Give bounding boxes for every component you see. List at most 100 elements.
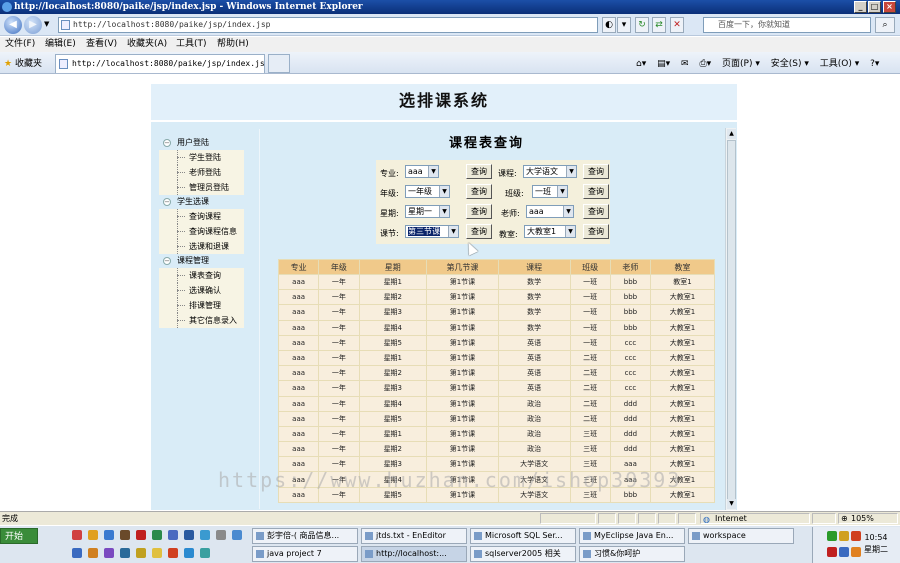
sidebar-item[interactable]: 课表查询	[159, 268, 244, 283]
sidebar-item[interactable]: 其它信息录入	[159, 313, 244, 328]
quicklaunch-icon[interactable]	[72, 548, 82, 558]
sidebar-item[interactable]: 学生登陆	[159, 150, 244, 165]
switch-icon[interactable]: ⇄	[652, 17, 666, 33]
zoom-cell[interactable]: ⊕ 105%	[838, 513, 898, 524]
query-course-button[interactable]: 查询	[583, 164, 609, 179]
tray-icon[interactable]	[839, 547, 849, 557]
quicklaunch-icon[interactable]	[120, 548, 130, 558]
menu-tools[interactable]: 工具(T)	[176, 37, 207, 52]
back-button[interactable]: ◀	[4, 16, 22, 34]
quicklaunch-icon[interactable]	[184, 548, 194, 558]
major-select[interactable]: aaa ▼	[405, 165, 439, 178]
taskbar-button[interactable]: workspace	[688, 528, 794, 544]
quicklaunch-icon[interactable]	[216, 530, 226, 540]
search-icon[interactable]: ⌕	[875, 17, 895, 33]
url-input[interactable]: http://localhost:8080/paike/jsp/index.js…	[58, 17, 598, 33]
tray-icon[interactable]	[839, 531, 849, 541]
course-select[interactable]: 大学语文 ▼	[523, 165, 577, 178]
scroll-up-icon[interactable]: ▲	[727, 129, 736, 139]
history-dropdown-icon[interactable]: ▼	[44, 20, 49, 28]
browser-tab[interactable]: http://localhost:8080/paike/jsp/index.js…	[55, 54, 265, 73]
new-tab-button[interactable]	[268, 54, 290, 73]
room-select[interactable]: 大教室1 ▼	[524, 225, 576, 238]
close-button[interactable]: ×	[883, 1, 896, 13]
sidebar-item[interactable]: 管理员登陆	[159, 180, 244, 195]
quicklaunch-icon[interactable]	[168, 530, 178, 540]
tray-icon[interactable]	[827, 531, 837, 541]
sidebar-group[interactable]: − 课程管理	[159, 254, 244, 268]
print-icon[interactable]: ⎙▾	[699, 59, 711, 69]
class-select[interactable]: 一班 ▼	[532, 185, 568, 198]
refresh-icon[interactable]: ↻	[635, 17, 649, 33]
query-grade-button[interactable]: 查询	[466, 184, 492, 199]
quicklaunch-icon[interactable]	[152, 548, 162, 558]
menu-view[interactable]: 查看(V)	[86, 37, 117, 52]
query-major-button[interactable]: 查询	[466, 164, 492, 179]
stop-icon[interactable]: ✕	[670, 17, 684, 33]
taskbar-button[interactable]: 彭宇倍-( 商品信息...	[252, 528, 358, 544]
section-select[interactable]: 第三节课 ▼	[405, 225, 459, 238]
taskbar-button-active[interactable]: http://localhost:...	[361, 546, 467, 562]
quicklaunch-icon[interactable]	[184, 530, 194, 540]
quicklaunch-icon[interactable]	[104, 530, 114, 540]
sidebar-item[interactable]: 排课管理	[159, 298, 244, 313]
sidebar-item[interactable]: 选课确认	[159, 283, 244, 298]
taskbar-button[interactable]: java project 7	[252, 546, 358, 562]
minimize-button[interactable]: _	[854, 1, 867, 13]
taskbar-button[interactable]: jtds.txt - EnEditor	[361, 528, 467, 544]
start-button[interactable]: 开始	[0, 528, 38, 544]
quicklaunch-icon[interactable]	[120, 530, 130, 540]
quicklaunch-icon[interactable]	[88, 548, 98, 558]
clock[interactable]: 10:54 星期二	[856, 532, 896, 556]
search-input[interactable]: 百度一下，你就知道	[703, 17, 871, 33]
quicklaunch-icon[interactable]	[232, 530, 242, 540]
taskbar-button[interactable]: 习惯&你呵护	[579, 546, 685, 562]
collapse-icon[interactable]: −	[163, 198, 171, 206]
tray-icon[interactable]	[827, 547, 837, 557]
tools-menu[interactable]: 工具(O) ▾	[820, 59, 860, 69]
grade-select[interactable]: 一年级 ▼	[405, 185, 450, 198]
maximize-button[interactable]: □	[868, 1, 881, 13]
collapse-icon[interactable]: −	[163, 139, 171, 147]
sidebar-group[interactable]: − 学生选课	[159, 195, 244, 209]
quicklaunch-icon[interactable]	[136, 530, 146, 540]
sidebar-group[interactable]: − 用户登陆	[159, 136, 244, 150]
mail-icon[interactable]: ✉	[681, 59, 689, 69]
weekday-select[interactable]: 星期一 ▼	[405, 205, 450, 218]
sidebar-item[interactable]: 查询课程信息	[159, 224, 244, 239]
protected-mode-icon[interactable]	[812, 513, 836, 524]
page-menu[interactable]: 页面(P) ▾	[722, 59, 760, 69]
taskbar-button[interactable]: MyEclipse Java En...	[579, 528, 685, 544]
scroll-down-icon[interactable]: ▼	[727, 499, 736, 509]
menu-help[interactable]: 帮助(H)	[217, 37, 249, 52]
taskbar-button[interactable]: Microsoft SQL Ser...	[470, 528, 576, 544]
menu-edit[interactable]: 编辑(E)	[45, 37, 76, 52]
quicklaunch-icon[interactable]	[88, 530, 98, 540]
quicklaunch-icon[interactable]	[72, 530, 82, 540]
quicklaunch-icon[interactable]	[152, 530, 162, 540]
query-section-button[interactable]: 查询	[466, 224, 492, 239]
sidebar-item[interactable]: 查询课程	[159, 209, 244, 224]
query-weekday-button[interactable]: 查询	[466, 204, 492, 219]
safety-menu[interactable]: 安全(S) ▾	[771, 59, 809, 69]
menu-file[interactable]: 文件(F)	[5, 37, 35, 52]
scroll-thumb[interactable]	[727, 140, 736, 500]
quicklaunch-icon[interactable]	[200, 530, 210, 540]
query-class-button[interactable]: 查询	[583, 184, 609, 199]
taskbar-button[interactable]: sqlserver2005 相关	[470, 546, 576, 562]
compat-view-icon[interactable]: ◐	[602, 17, 616, 33]
menu-favorites[interactable]: 收藏夹(A)	[127, 37, 167, 52]
favorites-button[interactable]: ★ 收藏夹	[4, 56, 42, 69]
forward-button[interactable]: ▶	[24, 16, 42, 34]
quicklaunch-icon[interactable]	[104, 548, 114, 558]
quicklaunch-icon[interactable]	[168, 548, 178, 558]
feeds-icon[interactable]: ▤▾	[657, 59, 670, 69]
home-icon[interactable]: ⌂▾	[636, 59, 646, 69]
teacher-select[interactable]: aaa ▼	[526, 205, 574, 218]
frame-scrollbar[interactable]: ▲ ▼	[725, 128, 736, 510]
quicklaunch-icon[interactable]	[136, 548, 146, 558]
query-room-button[interactable]: 查询	[583, 224, 609, 239]
quicklaunch-icon[interactable]	[200, 548, 210, 558]
collapse-icon[interactable]: −	[163, 257, 171, 265]
query-teacher-button[interactable]: 查询	[583, 204, 609, 219]
